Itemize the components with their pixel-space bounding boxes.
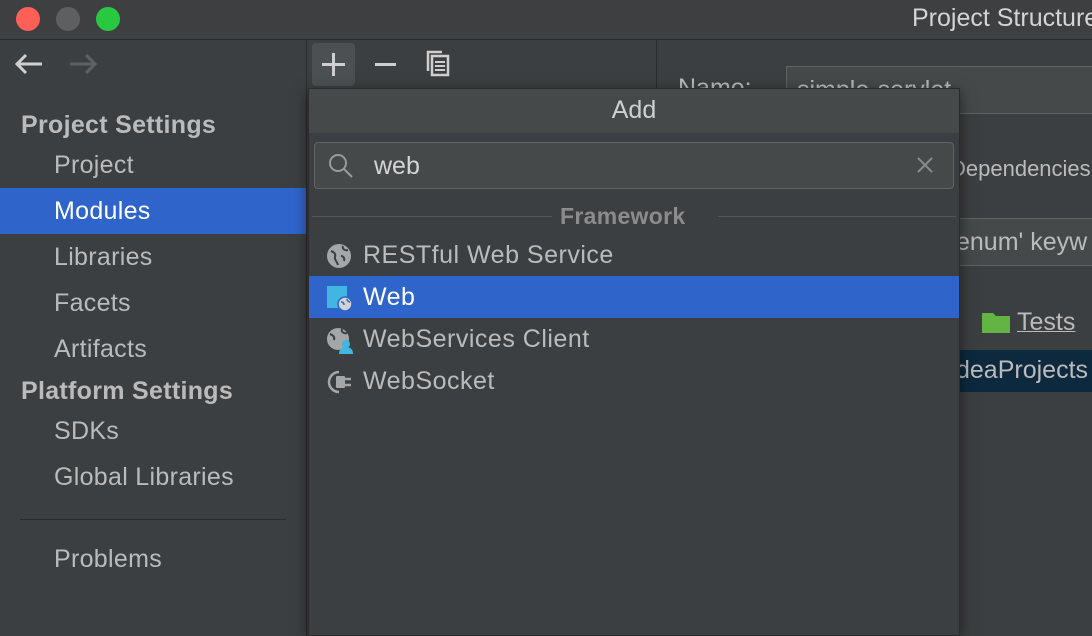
minus-icon	[375, 63, 396, 66]
close-icon[interactable]	[914, 154, 936, 176]
tab-dependencies[interactable]: Dependencies	[950, 156, 1091, 182]
window-title: Project Structure	[912, 4, 1092, 32]
search-icon	[327, 152, 355, 180]
arrow-left-icon	[14, 53, 42, 75]
back-button[interactable]	[14, 52, 44, 80]
arrow-right-icon	[70, 53, 98, 75]
tests-folder-icon	[982, 311, 1010, 333]
sidebar-item-problems[interactable]: Problems	[0, 536, 306, 582]
framework-group-label: Framework	[560, 203, 686, 229]
sidebar-item-modules[interactable]: Modules	[0, 188, 306, 234]
minimize-window-button[interactable]	[56, 7, 80, 31]
sidebar-item-facets[interactable]: Facets	[0, 280, 306, 326]
sidebar-item-libraries[interactable]: Libraries	[0, 234, 306, 280]
forward-button[interactable]	[68, 52, 98, 80]
group-separator-left	[312, 216, 552, 217]
sidebar-divider	[20, 519, 286, 520]
content-root-path: deaProjects	[956, 356, 1089, 384]
language-level-text: enum' keyw	[956, 228, 1088, 256]
option-label: WebSocket	[363, 367, 495, 395]
search-value: web	[374, 152, 420, 180]
option-restful-web-service[interactable]: RESTful Web Service	[309, 234, 959, 276]
option-webservices-client[interactable]: WebServices Client	[309, 318, 959, 360]
copy-button[interactable]	[416, 43, 459, 86]
option-label: WebServices Client	[363, 325, 590, 353]
remove-button[interactable]	[364, 43, 407, 86]
web-module-icon	[325, 284, 353, 312]
sidebar-item-artifacts[interactable]: Artifacts	[0, 326, 306, 372]
sidebar-item-global-libraries[interactable]: Global Libraries	[0, 454, 306, 500]
copy-icon	[426, 50, 450, 77]
plug-icon	[325, 368, 353, 396]
group-separator-right	[718, 216, 956, 217]
sidebar-item-sdks[interactable]: SDKs	[0, 408, 306, 454]
option-label: RESTful Web Service	[363, 241, 614, 269]
sidebar-item-project[interactable]: Project	[0, 142, 306, 188]
platform-settings-header: Platform Settings	[21, 377, 234, 405]
project-settings-header: Project Settings	[21, 111, 217, 139]
plus-icon	[322, 53, 345, 76]
option-label: Web	[363, 283, 416, 311]
add-button[interactable]	[312, 43, 355, 86]
globe-user-icon	[325, 326, 353, 354]
close-window-button[interactable]	[16, 7, 40, 31]
globe-icon	[325, 242, 353, 270]
option-web[interactable]: Web	[309, 276, 959, 318]
popup-title: Add	[611, 96, 657, 124]
maximize-window-button[interactable]	[96, 7, 120, 31]
option-websocket[interactable]: WebSocket	[309, 360, 959, 402]
tests-button[interactable]: Tests	[1017, 308, 1075, 337]
